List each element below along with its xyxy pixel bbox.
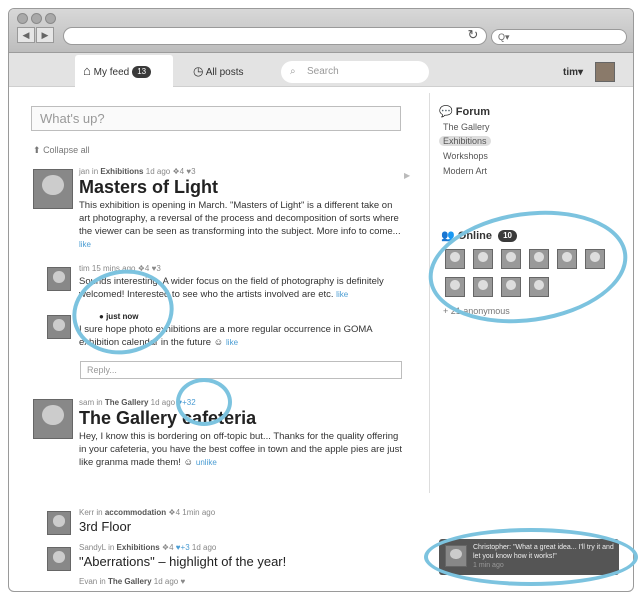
post-meta: sam in The Gallery 1d ago ♥+32: [79, 398, 196, 407]
collapse-all-link[interactable]: ⬆ Collapse all: [33, 145, 90, 156]
status-input[interactable]: What's up?: [31, 106, 401, 131]
browser-window: ◀ ▶ ↻ Q▾ ⌂ My feed 13 ◷ All posts ⌕ Searc…: [8, 8, 634, 592]
tab-my-feed[interactable]: ⌂ My feed 13: [75, 55, 173, 87]
clock-icon: ◷: [193, 64, 204, 78]
close-window-button[interactable]: [17, 13, 28, 24]
reply-body: Sounds interesting. A wider focus on the…: [79, 276, 384, 300]
post-meta: jan in Exhibitions 1d ago ❖4 ♥3: [79, 167, 196, 176]
user-menu[interactable]: tim▾: [563, 67, 583, 78]
like-link[interactable]: like: [336, 290, 348, 299]
online-user-avatar[interactable]: [473, 249, 493, 269]
anonymous-count: + 21 anonymous: [443, 306, 510, 316]
reply-meta: tim 15 mins ago ❖4 ♥3: [79, 264, 161, 273]
post-body: Hey, I know this is bordering on off-top…: [79, 431, 403, 468]
heart-icon: ♥: [180, 577, 186, 586]
browser-titlebar: ◀ ▶ ↻ Q▾: [9, 9, 633, 53]
chat-bubbles-icon: 💬: [439, 106, 453, 118]
author-link[interactable]: Kerr: [79, 508, 94, 517]
post-title[interactable]: "Aberrations" – highlight of the year!: [79, 554, 286, 569]
zoom-window-button[interactable]: [45, 13, 56, 24]
app-header: ⌂ My feed 13 ◷ All posts ⌕ Search tim▾: [9, 53, 633, 87]
author-link[interactable]: sam: [79, 398, 94, 407]
comment-icon: ❖: [172, 167, 180, 176]
tab-all-posts[interactable]: ◷ All posts: [193, 55, 273, 87]
author-link[interactable]: jan: [79, 167, 90, 176]
sidebar-divider: [429, 93, 430, 493]
address-bar[interactable]: [63, 27, 487, 45]
group-link[interactable]: accommodation: [105, 508, 166, 517]
group-link[interactable]: Exhibitions: [117, 543, 160, 552]
reload-icon[interactable]: ↻: [465, 27, 481, 43]
like-link[interactable]: like: [226, 338, 238, 347]
unlike-link[interactable]: unlike: [196, 458, 217, 467]
reply-meta: ● just now: [99, 312, 139, 321]
avatar[interactable]: [33, 399, 73, 439]
avatar[interactable]: [47, 267, 71, 291]
online-dot-icon: ●: [99, 312, 104, 321]
comment-icon: ❖: [137, 264, 145, 273]
people-icon: 👥: [441, 230, 455, 242]
post-title[interactable]: Masters of Light: [79, 177, 218, 198]
post-meta: Kerr in accommodation ❖4 1min ago: [79, 508, 216, 517]
group-link[interactable]: Exhibitions: [100, 167, 143, 176]
arrow-up-icon: ⬆: [33, 145, 41, 155]
reply-input[interactable]: Reply...: [80, 361, 402, 379]
author-link[interactable]: SandyL: [79, 543, 106, 552]
online-user-avatar[interactable]: [585, 249, 605, 269]
post-meta: SandyL in Exhibitions ❖4 ♥+3 1d ago: [79, 543, 217, 552]
online-user-avatar[interactable]: [501, 249, 521, 269]
post-body: This exhibition is opening in March. "Ma…: [79, 200, 401, 249]
avatar[interactable]: [47, 511, 71, 535]
search-icon: ⌕: [290, 66, 296, 77]
browser-search-input[interactable]: Q▾: [491, 29, 627, 45]
avatar[interactable]: [47, 315, 71, 339]
avatar[interactable]: [33, 169, 73, 209]
online-user-avatar[interactable]: [557, 249, 577, 269]
online-heading: 👥 Online 10: [441, 229, 517, 242]
post-title[interactable]: The Gallery cafeteria: [79, 408, 256, 429]
author-link[interactable]: Evan: [79, 577, 97, 586]
feed-count-badge: 13: [132, 66, 152, 78]
avatar[interactable]: [47, 547, 71, 571]
comment-icon: ❖: [161, 543, 170, 552]
expand-arrow-icon[interactable]: ▶: [404, 171, 410, 180]
group-link[interactable]: The Gallery: [105, 398, 149, 407]
sidebar-item-workshops[interactable]: Workshops: [443, 151, 488, 161]
back-button[interactable]: ◀: [17, 27, 35, 43]
sidebar-item-exhibitions[interactable]: Exhibitions: [439, 136, 491, 146]
forum-heading: 💬 Forum: [439, 106, 490, 118]
chat-notification[interactable]: Christopher: "What a great idea... I'll …: [439, 539, 619, 575]
forward-button[interactable]: ▶: [36, 27, 54, 43]
sidebar-item-the-gallery[interactable]: The Gallery: [443, 122, 490, 132]
group-link[interactable]: The Gallery: [108, 577, 152, 586]
post-title[interactable]: 3rd Floor: [79, 519, 131, 534]
online-user-avatar[interactable]: [501, 277, 521, 297]
sidebar-item-modern-art[interactable]: Modern Art: [443, 166, 487, 176]
post-meta: Evan in The Gallery 1d ago ♥: [79, 577, 186, 586]
like-link[interactable]: like: [79, 240, 91, 249]
search-input[interactable]: ⌕ Search: [281, 61, 429, 83]
online-user-avatar[interactable]: [529, 249, 549, 269]
home-icon: ⌂: [83, 63, 91, 78]
online-count-badge: 10: [498, 230, 517, 242]
online-user-avatar[interactable]: [445, 277, 465, 297]
avatar[interactable]: [595, 62, 615, 82]
online-user-avatar[interactable]: [529, 277, 549, 297]
comment-icon: ❖: [168, 508, 176, 517]
online-user-avatar[interactable]: [473, 277, 493, 297]
online-user-avatar[interactable]: [445, 249, 465, 269]
reply-body: I sure hope photo exhibitions are a more…: [79, 324, 373, 348]
avatar: [445, 545, 467, 567]
minimize-window-button[interactable]: [31, 13, 42, 24]
